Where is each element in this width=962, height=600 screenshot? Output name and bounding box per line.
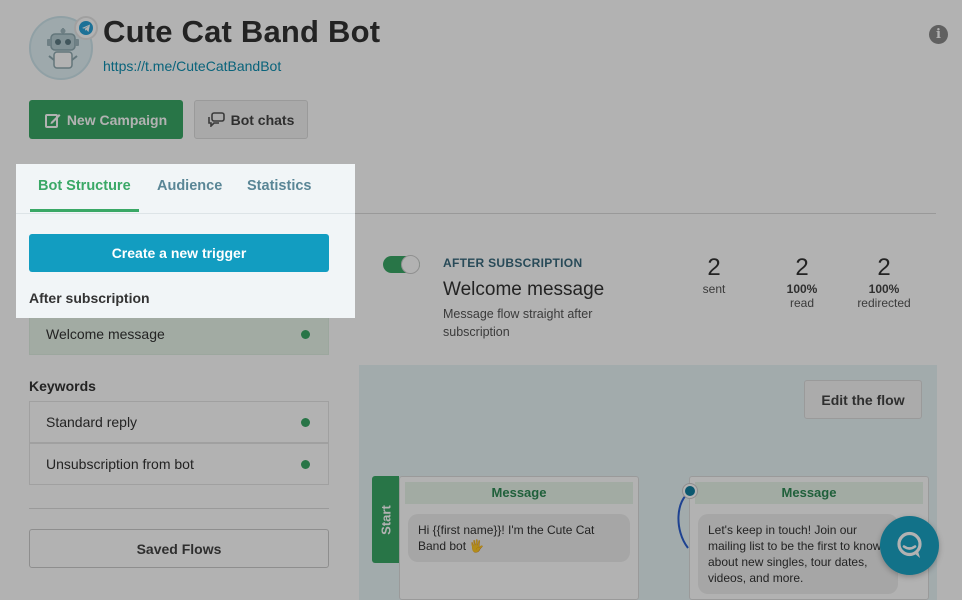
active-tab-indicator [30, 209, 139, 212]
tab-divider [16, 213, 355, 214]
tab-bot-structure[interactable]: Bot Structure [38, 178, 131, 194]
after-subscription-heading: After subscription [29, 290, 150, 306]
create-trigger-button[interactable]: Create a new trigger [29, 234, 329, 272]
tab-statistics[interactable]: Statistics [247, 178, 311, 194]
tab-audience[interactable]: Audience [157, 178, 222, 194]
